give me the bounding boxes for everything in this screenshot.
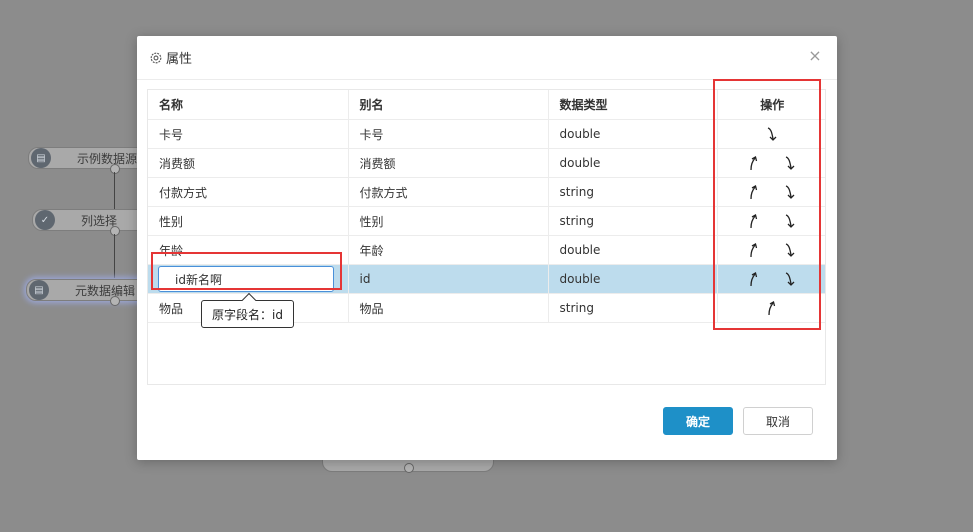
cell-name[interactable]: 消费额 [148, 148, 349, 178]
col-header-type: 数据类型 [548, 90, 718, 120]
col-header-alias: 别名 [348, 90, 549, 120]
table-row[interactable]: 卡号 卡号 double [148, 119, 825, 149]
cell-name[interactable]: 年龄 [148, 235, 349, 265]
cell-ops [717, 148, 825, 178]
cell-name[interactable]: 性别 [148, 206, 349, 236]
move-up-icon[interactable] [754, 301, 790, 316]
cell-alias: id [348, 264, 549, 294]
cell-alias: 年龄 [348, 235, 549, 265]
cell-type: string [548, 206, 718, 236]
col-header-name: 名称 [148, 90, 349, 120]
move-down-icon[interactable] [772, 243, 808, 257]
cell-name[interactable]: 卡号 [148, 119, 349, 149]
properties-dialog: 属性 × 名称 别名 数据类型 操作 卡号 卡号 double 消费额 消费额 doubl… [137, 36, 837, 460]
cell-alias: 付款方式 [348, 177, 549, 207]
move-down-icon[interactable] [772, 214, 808, 228]
cell-type: string [548, 293, 718, 323]
dialog-title: 属性 [149, 48, 192, 67]
move-down-icon[interactable] [772, 156, 808, 170]
cell-name[interactable]: 付款方式 [148, 177, 349, 207]
table-row[interactable]: 年龄 年龄 double [148, 235, 825, 265]
move-up-icon[interactable] [736, 243, 772, 258]
cell-ops [717, 235, 825, 265]
cell-alias: 性别 [348, 206, 549, 236]
table-row[interactable]: 付款方式 付款方式 string [148, 177, 825, 207]
move-up-icon[interactable] [736, 214, 772, 229]
table-row[interactable]: 性别 性别 string [148, 206, 825, 236]
node-port[interactable] [110, 296, 120, 306]
cell-name[interactable] [148, 264, 349, 294]
database-icon: ▤ [31, 148, 51, 168]
move-down-icon[interactable] [754, 127, 790, 141]
field-name-input[interactable] [158, 266, 334, 292]
cancel-button[interactable]: 取消 [743, 407, 813, 435]
connector [114, 234, 115, 278]
node-column-select[interactable]: ✓ 列选择 [32, 209, 150, 231]
cell-type: double [548, 235, 718, 265]
move-down-icon[interactable] [772, 272, 808, 286]
cell-ops [717, 177, 825, 207]
cell-ops [717, 206, 825, 236]
move-down-icon[interactable] [772, 185, 808, 199]
gear-icon [150, 52, 162, 63]
col-header-ops: 操作 [717, 90, 825, 120]
move-up-icon[interactable] [736, 272, 772, 287]
close-icon[interactable]: × [807, 48, 823, 64]
column-select-icon: ✓ [35, 210, 55, 230]
cell-alias: 消费额 [348, 148, 549, 178]
table-row[interactable]: iddouble [148, 264, 825, 294]
node-metadata-edit[interactable]: ▤ 元数据编辑 [26, 279, 150, 301]
node-port[interactable] [404, 463, 414, 473]
cell-ops [717, 264, 825, 294]
table-header: 名称 别名 数据类型 操作 [148, 90, 825, 120]
original-name-tooltip: 原字段名：id [201, 300, 294, 328]
cell-type: double [548, 119, 718, 149]
node-sample-data[interactable]: ▤ 示例数据源 [28, 147, 150, 169]
node-port[interactable] [110, 164, 120, 174]
database-icon: ▤ [29, 280, 49, 300]
confirm-button[interactable]: 确定 [663, 407, 733, 435]
connector [114, 172, 115, 210]
fields-table: 名称 别名 数据类型 操作 卡号 卡号 double 消费额 消费额 double 付款方式… [147, 89, 826, 385]
table-row[interactable]: 消费额 消费额 double [148, 148, 825, 178]
cell-ops [717, 293, 825, 323]
node-port[interactable] [110, 226, 120, 236]
cell-ops [717, 119, 825, 149]
cell-type: double [548, 148, 718, 178]
move-up-icon[interactable] [736, 185, 772, 200]
cell-alias: 物品 [348, 293, 549, 323]
dialog-header: 属性 × [137, 36, 837, 80]
cell-type: string [548, 177, 718, 207]
move-up-icon[interactable] [736, 156, 772, 171]
cell-type: double [548, 264, 718, 294]
cell-alias: 卡号 [348, 119, 549, 149]
